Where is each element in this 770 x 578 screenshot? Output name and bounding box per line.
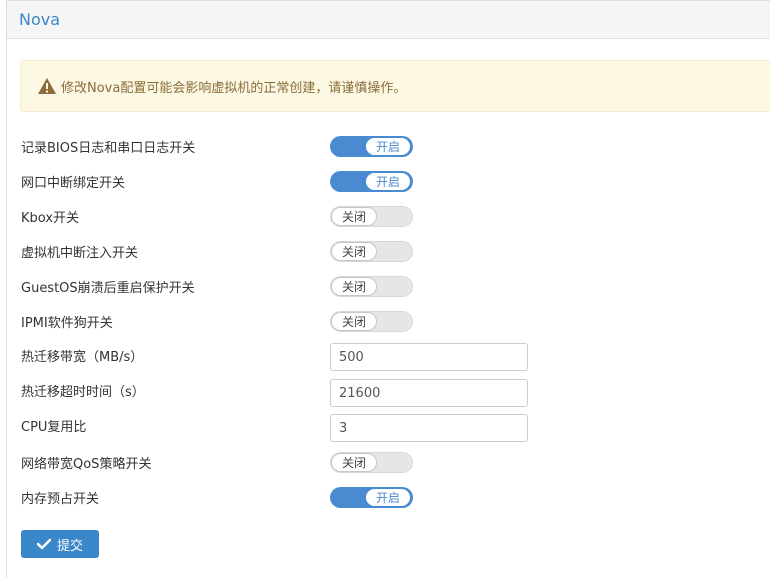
migration-bandwidth-input[interactable] — [330, 343, 528, 371]
setting-label: 网络带宽QoS策略开关 — [21, 456, 152, 472]
setting-label: 热迁移带宽（MB/s） — [21, 349, 144, 365]
setting-row-vm-irq-inject: 虚拟机中断注入开关 关闭 — [21, 240, 541, 262]
setting-row-migration-bandwidth: 热迁移带宽（MB/s） — [21, 343, 541, 371]
toggle-knob: 关闭 — [331, 277, 377, 296]
toggle-knob: 关闭 — [331, 453, 377, 472]
cpu-ratio-input[interactable] — [330, 414, 528, 442]
panel-heading: Nova — [7, 1, 770, 39]
submit-label: 提交 — [56, 537, 83, 553]
kbox-toggle[interactable]: 关闭 — [330, 206, 413, 227]
setting-label: GuestOS崩溃后重启保护开关 — [21, 280, 195, 296]
setting-row-bios-log: 记录BIOS日志和串口日志开关 开启 — [21, 135, 541, 157]
toggle-knob: 关闭 — [331, 207, 377, 226]
ipmi-watchdog-toggle[interactable]: 关闭 — [330, 311, 413, 332]
setting-row-kbox: Kbox开关 关闭 — [21, 205, 541, 227]
setting-label: CPU复用比 — [21, 419, 87, 435]
setting-label: IPMI软件狗开关 — [21, 315, 113, 331]
setting-label: 虚拟机中断注入开关 — [21, 245, 139, 261]
vm-irq-inject-toggle[interactable]: 关闭 — [330, 241, 413, 262]
memory-reserve-toggle[interactable]: 开启 — [330, 487, 413, 508]
nic-irq-toggle[interactable]: 开启 — [330, 171, 413, 192]
setting-label: 记录BIOS日志和串口日志开关 — [21, 140, 196, 156]
panel-title: Nova — [19, 10, 61, 29]
setting-row-cpu-ratio: CPU复用比 — [21, 414, 541, 442]
qos-toggle[interactable]: 关闭 — [330, 452, 413, 473]
warning-icon — [37, 77, 57, 95]
setting-row-qos: 网络带宽QoS策略开关 关闭 — [21, 451, 541, 473]
setting-label: 内存预占开关 — [21, 491, 100, 507]
bios-log-toggle[interactable]: 开启 — [330, 136, 413, 157]
setting-label: Kbox开关 — [21, 210, 80, 226]
alert-text: 修改Nova配置可能会影响虚拟机的正常创建，请谨慎操作。 — [61, 80, 407, 96]
setting-row-nic-irq: 网口中断绑定开关 开启 — [21, 170, 541, 192]
setting-label: 热迁移超时时间（s） — [21, 384, 145, 400]
migration-timeout-input[interactable] — [330, 379, 528, 407]
setting-row-ipmi-watchdog: IPMI软件狗开关 关闭 — [21, 310, 541, 332]
guestos-restart-toggle[interactable]: 关闭 — [330, 276, 413, 297]
setting-row-guestos-restart: GuestOS崩溃后重启保护开关 关闭 — [21, 275, 541, 297]
toggle-knob: 关闭 — [331, 242, 377, 261]
setting-label: 网口中断绑定开关 — [21, 175, 126, 191]
toggle-knob: 开启 — [365, 172, 411, 191]
setting-row-migration-timeout: 热迁移超时时间（s） — [21, 379, 541, 407]
toggle-knob: 开启 — [365, 488, 411, 507]
warning-alert: 修改Nova配置可能会影响虚拟机的正常创建，请谨慎操作。 — [20, 60, 770, 112]
setting-row-memory-reserve: 内存预占开关 开启 — [21, 486, 541, 508]
submit-button[interactable]: 提交 — [21, 530, 99, 558]
check-icon — [36, 538, 52, 550]
toggle-knob: 关闭 — [331, 312, 377, 331]
toggle-knob: 开启 — [365, 137, 411, 156]
